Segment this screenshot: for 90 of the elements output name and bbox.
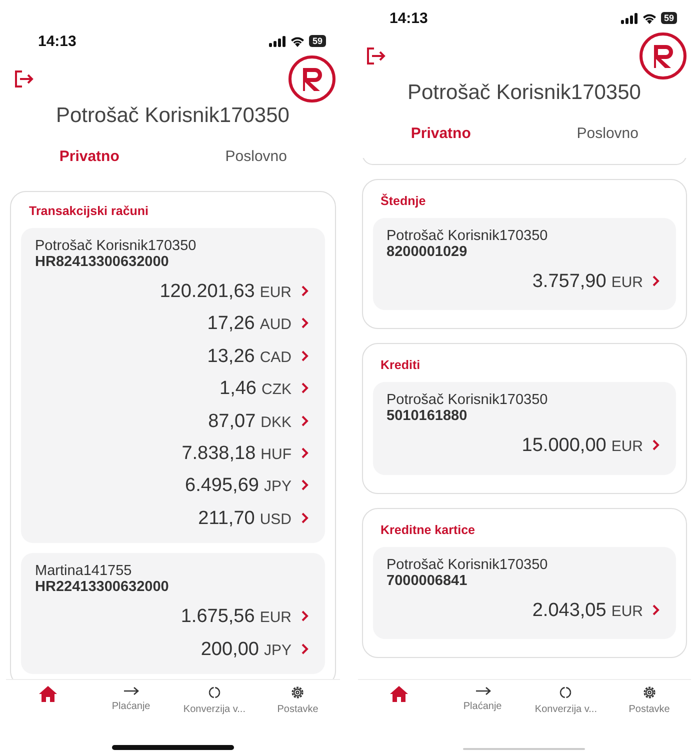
wifi-icon bbox=[642, 12, 657, 24]
balance-amount: 3.757,90 bbox=[532, 270, 606, 294]
nav-tab[interactable]: Konverzija v... bbox=[172, 680, 256, 726]
balance-amount: 200,00 bbox=[200, 638, 259, 662]
settings-icon bbox=[291, 686, 304, 699]
chevron-icon[interactable] bbox=[300, 512, 308, 524]
chevron-icon[interactable] bbox=[300, 446, 308, 459]
currency-code: HUF bbox=[260, 444, 292, 465]
chevron-icon[interactable] bbox=[300, 382, 308, 394]
nav-tab[interactable]: Plaćanje bbox=[89, 680, 173, 726]
currency-code: EUR bbox=[611, 437, 643, 458]
currency-code: EUR bbox=[611, 602, 643, 622]
section-title: Krediti bbox=[380, 358, 422, 372]
account-card[interactable]: Potrošač Korisnik170350 HR82413300632000 120.201,63 EUR 17,26 AUD 13,26 CAD 1,46 CZK 87,07 DKK 7.838,18 HUF 6.495,69 JPY 211,70 USD bbox=[21, 228, 324, 544]
chevron-icon[interactable] bbox=[300, 317, 308, 330]
account-type-tab[interactable]: Privatno bbox=[6, 142, 173, 171]
chevron-icon[interactable] bbox=[652, 439, 660, 452]
account-card[interactable]: Potrošač Korisnik170350 8200001029 3.757,90 EUR bbox=[372, 218, 676, 310]
battery-indicator: 59 bbox=[309, 35, 326, 47]
account-type-tab[interactable]: Poslovno bbox=[524, 119, 691, 148]
wifi-icon bbox=[290, 36, 306, 46]
account-type-tab[interactable]: Poslovno bbox=[172, 142, 340, 171]
refresh-icon bbox=[559, 686, 572, 699]
chevron-icon[interactable] bbox=[300, 350, 308, 362]
account-card[interactable]: Potrošač Korisnik170350 5010161880 15.000,00 EUR bbox=[372, 382, 676, 475]
balance-amount: 2.043,05 bbox=[532, 598, 606, 623]
chevron-icon[interactable] bbox=[300, 479, 308, 492]
account-owner: Potrošač Korisnik170350 bbox=[386, 556, 549, 573]
refresh-icon bbox=[208, 686, 221, 699]
signal-icon bbox=[269, 36, 286, 46]
arrow-right-icon bbox=[123, 686, 140, 696]
account-owner: Potrošač Korisnik170350 bbox=[386, 228, 549, 244]
currency-code: DKK bbox=[260, 412, 292, 433]
account-owner: Potrošač Korisnik170350 bbox=[35, 238, 198, 254]
balance-amount: 17,26 bbox=[207, 312, 255, 336]
currency-code: EUR bbox=[260, 608, 292, 628]
balance-amount: 13,26 bbox=[207, 344, 255, 369]
logout-icon[interactable] bbox=[366, 47, 386, 65]
balance-amount: 15.000,00 bbox=[522, 434, 606, 458]
account-number: HR22413300632000 bbox=[35, 579, 170, 596]
chevron-icon[interactable] bbox=[300, 285, 308, 297]
account-owner: Potrošač Korisnik170350 bbox=[386, 392, 549, 408]
balance-amount: 87,07 bbox=[208, 410, 256, 434]
user-name: Potrošač Korisnik170350 bbox=[406, 81, 642, 105]
currency-code: JPY bbox=[264, 640, 292, 661]
chevron-icon[interactable] bbox=[300, 642, 308, 655]
chevron-icon[interactable] bbox=[300, 414, 308, 427]
currency-code: CZK bbox=[262, 380, 292, 400]
account-number: HR82413300632000 bbox=[35, 254, 170, 270]
currency-code: JPY bbox=[264, 477, 292, 498]
account-type-tab[interactable]: Privatno bbox=[358, 119, 524, 148]
currency-code: USD bbox=[260, 510, 292, 530]
balance-amount: 1,46 bbox=[220, 377, 256, 402]
account-card[interactable]: Martina141755 HR22413300632000 1.675,56 EUR 200,00 JPY bbox=[21, 553, 324, 674]
status-time: 14:13 bbox=[38, 32, 76, 50]
nav-tab[interactable]: Postavke bbox=[608, 680, 691, 726]
settings-icon bbox=[642, 686, 656, 699]
user-name: Potrošač Korisnik170350 bbox=[55, 104, 290, 128]
battery-indicator: 59 bbox=[660, 12, 677, 24]
bank-logo bbox=[639, 32, 687, 80]
balance-amount: 120.201,63 bbox=[160, 280, 255, 304]
section-title: Transakcijski računi bbox=[28, 204, 150, 218]
balance-amount: 7.838,18 bbox=[182, 442, 256, 466]
account-number: 8200001029 bbox=[386, 244, 468, 260]
chevron-icon[interactable] bbox=[652, 604, 660, 616]
chevron-icon[interactable] bbox=[652, 275, 660, 287]
account-number: 7000006841 bbox=[386, 572, 468, 589]
home-icon bbox=[390, 686, 408, 702]
nav-tab[interactable]: Plaćanje bbox=[440, 680, 524, 726]
section-title: Štednje bbox=[380, 194, 427, 208]
signal-icon bbox=[620, 12, 638, 24]
balance-amount: 1.675,56 bbox=[180, 605, 255, 630]
status-time: 14:13 bbox=[390, 10, 428, 26]
logout-icon[interactable] bbox=[14, 70, 34, 88]
currency-code: CAD bbox=[260, 348, 292, 368]
currency-code: EUR bbox=[611, 273, 643, 293]
section-title: Kreditne kartice bbox=[380, 522, 476, 537]
currency-code: EUR bbox=[260, 283, 292, 303]
account-card[interactable]: Potrošač Korisnik170350 7000006841 2.043,05 EUR bbox=[372, 546, 676, 640]
currency-code: AUD bbox=[260, 315, 292, 336]
bank-logo bbox=[288, 55, 336, 103]
balance-amount: 211,70 bbox=[198, 506, 255, 531]
account-number: 5010161880 bbox=[386, 408, 468, 424]
home-icon bbox=[38, 686, 57, 702]
chevron-icon[interactable] bbox=[300, 610, 308, 622]
balance-amount: 6.495,69 bbox=[185, 474, 259, 498]
account-owner: Martina141755 bbox=[35, 563, 133, 580]
arrow-right-icon bbox=[474, 686, 491, 696]
nav-tab[interactable]: Postavke bbox=[256, 680, 340, 726]
nav-tab[interactable]: Konverzija v... bbox=[524, 680, 608, 726]
